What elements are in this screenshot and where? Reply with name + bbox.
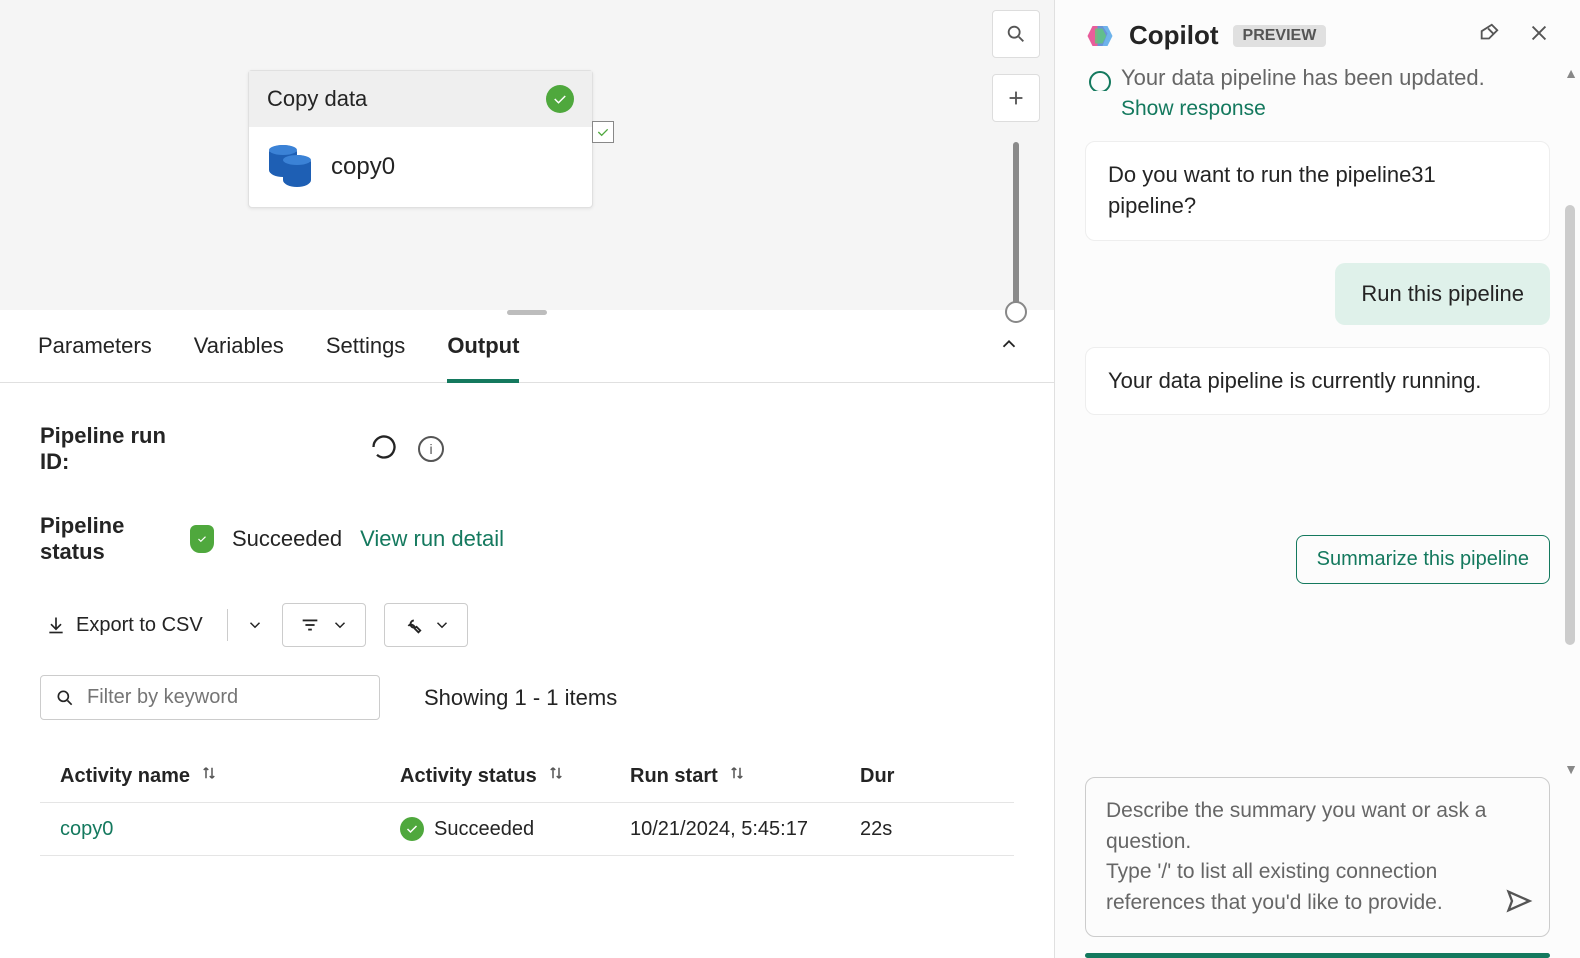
user-message-chip: Run this pipeline <box>1335 263 1550 325</box>
tab-variables[interactable]: Variables <box>194 333 284 382</box>
canvas-search-button[interactable] <box>992 10 1040 58</box>
sort-icon <box>547 764 565 788</box>
checkbox-icon[interactable] <box>592 121 614 143</box>
chevron-down-icon <box>433 616 451 634</box>
tab-parameters[interactable]: Parameters <box>38 333 152 382</box>
refresh-icon <box>370 433 398 461</box>
main-area: Copy data copy0 <box>0 0 1055 958</box>
plus-icon <box>1005 87 1027 109</box>
tools-button[interactable] <box>384 603 468 647</box>
filter-lines-icon <box>299 614 321 636</box>
cell-duration: 22s <box>860 818 940 841</box>
bottom-panel: Parameters Variables Settings Output Pip… <box>0 310 1054 958</box>
view-run-detail-link[interactable]: View run detail <box>360 526 504 552</box>
refresh-button[interactable] <box>370 433 398 466</box>
col-activity-name[interactable]: Activity name <box>40 764 400 788</box>
col-run-start[interactable]: Run start <box>630 764 860 788</box>
send-icon <box>1505 887 1533 915</box>
node-name: copy0 <box>331 153 395 181</box>
copilot-panel: Copilot PREVIEW Your data pipeline has b… <box>1055 0 1580 958</box>
zoom-slider[interactable] <box>1013 142 1019 312</box>
prev-message-truncated: Your data pipeline has been updated. <box>1085 65 1550 91</box>
cell-activity-name[interactable]: copy0 <box>40 818 400 841</box>
scroll-down-icon[interactable]: ▼ <box>1564 761 1578 777</box>
close-copilot-button[interactable] <box>1528 22 1550 49</box>
copilot-messages: Your data pipeline has been updated. Sho… <box>1055 65 1580 777</box>
copilot-logo-icon <box>1085 21 1115 51</box>
check-circle-icon <box>400 817 424 841</box>
col-activity-status[interactable]: Activity status <box>400 764 630 788</box>
chevron-down-icon[interactable] <box>246 616 264 634</box>
send-button[interactable] <box>1505 887 1533 920</box>
search-icon <box>55 688 75 708</box>
collapse-panel-button[interactable] <box>998 333 1020 360</box>
chevron-up-icon <box>998 333 1020 355</box>
status-value: Succeeded <box>232 526 342 552</box>
preview-badge: PREVIEW <box>1233 25 1327 47</box>
database-icon <box>269 145 309 189</box>
node-title: Copy data <box>267 86 367 112</box>
close-icon <box>1528 22 1550 44</box>
copilot-message: Your data pipeline is currently running. <box>1085 347 1550 416</box>
divider <box>227 609 228 641</box>
info-button[interactable]: i <box>418 436 444 462</box>
cell-activity-status: Succeeded <box>400 817 630 841</box>
broom-icon <box>1478 22 1500 44</box>
show-response-link[interactable]: Show response <box>1121 97 1550 121</box>
export-csv-button[interactable]: Export to CSV <box>40 606 209 645</box>
clear-chat-button[interactable] <box>1478 22 1500 49</box>
export-csv-label: Export to CSV <box>76 614 203 637</box>
filter-columns-button[interactable] <box>282 603 366 647</box>
copilot-input[interactable]: Describe the summary you want or ask a q… <box>1085 777 1550 937</box>
canvas-zoom-in-button[interactable] <box>992 74 1040 122</box>
col-duration[interactable]: Dur <box>860 765 940 788</box>
copilot-header: Copilot PREVIEW <box>1055 0 1580 65</box>
scrollbar-thumb[interactable] <box>1565 205 1575 645</box>
wrench-icon <box>401 614 423 636</box>
input-placeholder: Describe the summary you want or ask a q… <box>1106 796 1493 918</box>
activity-runs-table: Activity name Activity status Run start <box>40 750 1014 856</box>
tab-settings[interactable]: Settings <box>326 333 406 382</box>
panel-tabs: Parameters Variables Settings Output <box>0 315 1054 383</box>
sort-icon <box>200 764 218 788</box>
table-row[interactable]: copy0 Succeeded 10/21/2024, 5:45:17 22s <box>40 803 1014 856</box>
pipeline-canvas[interactable]: Copy data copy0 <box>0 0 1054 310</box>
info-icon: i <box>429 441 432 457</box>
filter-keyword-input[interactable] <box>40 675 380 720</box>
scrollbar[interactable]: ▲ ▼ <box>1562 65 1578 777</box>
activity-node-copy-data[interactable]: Copy data copy0 <box>248 70 593 208</box>
copilot-title: Copilot <box>1129 20 1219 51</box>
success-shield-icon <box>190 525 214 553</box>
download-icon <box>46 615 66 635</box>
status-label: Pipeline status <box>40 513 170 565</box>
sort-icon <box>728 764 746 788</box>
showing-count: Showing 1 - 1 items <box>424 685 617 711</box>
cell-run-start: 10/21/2024, 5:45:17 <box>630 818 860 841</box>
scroll-up-icon[interactable]: ▲ <box>1564 65 1578 81</box>
suggestion-chip[interactable]: Summarize this pipeline <box>1296 535 1550 584</box>
filter-input-field[interactable] <box>87 686 365 709</box>
accent-bar <box>1085 953 1550 958</box>
check-circle-icon <box>546 85 574 113</box>
search-icon <box>1005 23 1027 45</box>
tab-output[interactable]: Output <box>447 333 519 383</box>
chevron-down-icon <box>331 616 349 634</box>
copilot-message: Do you want to run the pipeline31 pipeli… <box>1085 141 1550 241</box>
run-id-label: Pipeline run ID: <box>40 423 170 475</box>
